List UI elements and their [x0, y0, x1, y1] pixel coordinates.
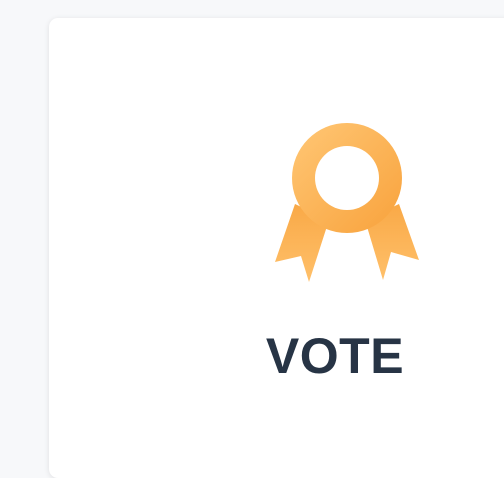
card-title: VOTE: [265, 328, 405, 384]
award-ribbon-icon: [273, 122, 421, 286]
vote-card[interactable]: VOTE: [49, 18, 504, 478]
